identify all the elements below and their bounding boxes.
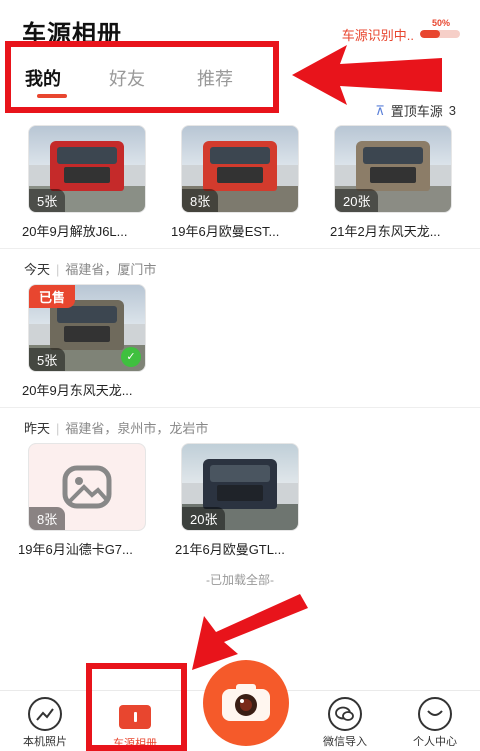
photo-count: 5张 (29, 348, 66, 371)
car-caption: 20年9月解放J6L... (22, 224, 128, 239)
pin-count: 3 (448, 103, 456, 118)
tab-recommend[interactable]: 推荐 (197, 65, 233, 91)
photo-count: 20张 (335, 189, 379, 212)
group-location: 福建省，泉州市，龙岩市 (65, 421, 209, 436)
loaded-all-text: -已加载全部- (206, 573, 274, 587)
smile-icon (418, 697, 452, 731)
pinned-header[interactable]: ⊼ 置顶车源 3 (375, 101, 456, 120)
wechat-icon (328, 697, 362, 731)
annotation-arrow-tabs (292, 45, 442, 105)
photo-count: 8张 (182, 189, 219, 212)
camera-button[interactable] (203, 660, 289, 746)
date-group-header: 昨天 | 福建省，泉州市，龙岩市 (24, 421, 209, 436)
car-thumbnail: 已售 5张 ✓ (28, 284, 146, 372)
car-card[interactable]: 20张 21年2月东风天龙... (330, 125, 452, 240)
car-caption: 19年6月汕德卡G7... (18, 542, 133, 557)
car-caption: 20年9月东风天龙... (22, 383, 133, 398)
car-caption: 21年6月欧曼GTL... (175, 542, 285, 557)
divider (0, 407, 480, 408)
group-location: 福建省，厦门市 (65, 262, 157, 277)
wechat-icon: ✓ (121, 347, 141, 367)
tabs-annotation-box: 我的 好友 推荐 (5, 41, 279, 113)
nav-label: 微信导入 (323, 736, 367, 748)
pin-icon: ⊼ (375, 102, 385, 118)
progress-fill (420, 30, 440, 38)
tab-mine[interactable]: 我的 (25, 65, 61, 91)
group-day: 今天 (24, 262, 51, 277)
car-card[interactable]: 8张 19年6月欧曼EST... (171, 125, 299, 240)
date-group-header: 今天 | 福建省，厦门市 (24, 262, 157, 277)
nav-wechat-import[interactable]: 微信导入 (300, 691, 390, 749)
photo-count: 20张 (182, 507, 226, 530)
car-thumbnail: 20张 (181, 443, 299, 531)
recognition-progress-bar (420, 30, 460, 38)
car-thumbnail: 8张 (181, 125, 299, 213)
pin-label: 置顶车源 (390, 104, 443, 119)
photo-count: 8张 (29, 507, 66, 530)
car-caption: 19年6月欧曼EST... (171, 224, 280, 239)
car-caption: 21年2月东风天龙... (330, 224, 441, 239)
car-card[interactable]: 8张 19年6月汕德卡G7... (18, 443, 146, 558)
car-card[interactable]: 5张 20年9月解放J6L... (22, 125, 146, 240)
progress-percent: 50% (431, 18, 450, 28)
camera-icon (222, 684, 270, 721)
nav-annotation-box (86, 663, 187, 751)
photo-count: 5张 (29, 189, 66, 212)
nav-label: 本机照片 (23, 736, 67, 748)
car-card[interactable]: 20张 21年6月欧曼GTL... (175, 443, 299, 558)
nav-local-photos[interactable]: 本机照片 (0, 691, 90, 749)
sold-badge: 已售 (29, 285, 76, 308)
group-day: 昨天 (24, 421, 51, 436)
nav-label: 个人中心 (413, 736, 457, 748)
car-card[interactable]: 已售 5张 ✓ 20年9月东风天龙... (22, 284, 146, 399)
tab-friends[interactable]: 好友 (109, 65, 145, 91)
tab-active-underline (37, 94, 67, 98)
photo-icon (28, 697, 62, 731)
car-thumbnail: 8张 (28, 443, 146, 531)
divider (0, 248, 480, 249)
car-thumbnail: 20张 (334, 125, 452, 213)
car-thumbnail: 5张 (28, 125, 146, 213)
nav-profile[interactable]: 个人中心 (390, 691, 480, 749)
